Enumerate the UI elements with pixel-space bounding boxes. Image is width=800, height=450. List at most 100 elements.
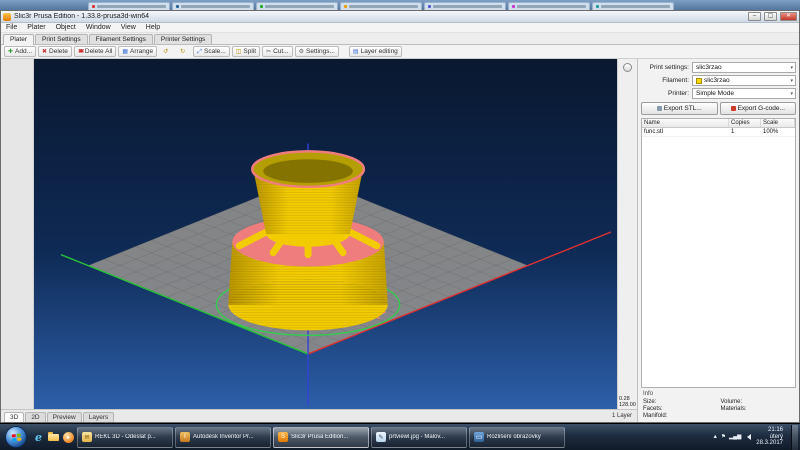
background-tab[interactable] <box>88 2 170 10</box>
taskbar-button-inventor[interactable]: Autodesk Inventor Pr... <box>175 427 271 448</box>
delete-icon <box>42 49 47 55</box>
volume-icon[interactable] <box>744 434 751 440</box>
app-icon <box>3 13 11 21</box>
filament-select[interactable]: slic3rzao▾ <box>692 75 796 86</box>
column-scale[interactable]: Scale <box>761 119 795 127</box>
object-list: Name Copies Scale func.stl 1 100% <box>641 118 796 388</box>
slic3r-icon <box>278 432 288 442</box>
background-tab[interactable] <box>172 2 254 10</box>
split-icon <box>236 49 242 55</box>
add-button[interactable]: Add... <box>4 46 36 57</box>
printer-select[interactable]: Simple Mode▾ <box>692 88 796 99</box>
column-name[interactable]: Name <box>642 119 729 127</box>
add-icon <box>8 49 13 55</box>
print-settings-label: Print settings: <box>641 64 689 71</box>
view-tab-preview[interactable]: Preview <box>47 412 82 422</box>
menu-window[interactable]: Window <box>81 24 116 31</box>
model-interior <box>263 159 353 183</box>
view-tab-2d[interactable]: 2D <box>25 412 45 422</box>
table-row[interactable]: func.stl 1 100% <box>642 128 795 137</box>
background-tab[interactable] <box>424 2 506 10</box>
media-player-icon[interactable]: ▸ <box>62 430 75 444</box>
ie-icon[interactable]: e <box>32 430 45 444</box>
tab-filament-settings[interactable]: Filament Settings <box>89 34 153 44</box>
background-tab[interactable] <box>592 2 674 10</box>
close-button[interactable] <box>780 12 797 21</box>
favicon <box>428 5 431 8</box>
delete-all-icon <box>78 49 83 55</box>
desktop: Slic3r Prusa Edition - 1.33.8-prusa3d-wi… <box>0 0 800 450</box>
view-tabbar: 3D 2D Preview Layers 1 Layer <box>1 409 637 422</box>
show-desktop-button[interactable] <box>791 425 798 450</box>
taskbar: e ▸ REKL 3D - Odeslat p... Autodesk Inve… <box>0 423 800 450</box>
menu-help[interactable]: Help <box>141 24 165 31</box>
start-button[interactable] <box>5 426 27 448</box>
menu-view[interactable]: View <box>116 24 141 31</box>
inventor-icon <box>180 432 190 442</box>
explorer-folder-icon[interactable] <box>47 430 60 444</box>
taskbar-button-slic3r[interactable]: Slic3r Prusa Edition... <box>273 427 369 448</box>
rotate-ccw-button[interactable] <box>159 47 174 57</box>
hidden-icons-arrow[interactable]: ▲ <box>713 434 718 440</box>
3d-scene[interactable] <box>34 59 617 409</box>
taskbar-button-display[interactable]: Rozlišení obrazovky <box>469 427 565 448</box>
taskbar-clock[interactable]: 21:16 úterý 28.3.2017 <box>754 427 785 447</box>
layer-editing-toggle[interactable]: Layer editing <box>349 46 402 57</box>
view-tab-layers[interactable]: Layers <box>83 412 115 422</box>
delete-all-button[interactable]: Delete All <box>74 46 117 57</box>
background-tab[interactable] <box>340 2 422 10</box>
rotate-cw-button[interactable] <box>176 47 191 57</box>
menu-object[interactable]: Object <box>51 24 81 31</box>
cut-icon <box>266 49 271 55</box>
printer-label: Printer: <box>641 90 689 97</box>
minimize-button[interactable] <box>748 12 761 21</box>
network-icon[interactable]: ▂▄▆ <box>729 434 741 440</box>
settings-icon <box>299 49 304 55</box>
print-settings-select[interactable]: slic3rzao▾ <box>692 62 796 73</box>
background-tab[interactable] <box>508 2 590 10</box>
column-copies[interactable]: Copies <box>729 119 761 127</box>
filament-color-swatch <box>696 78 702 84</box>
info-size-label: Size: <box>643 399 717 406</box>
scale-button[interactable]: Scale... <box>193 46 230 57</box>
layer-slider-knob[interactable] <box>623 63 632 72</box>
3d-viewport[interactable] <box>34 59 617 409</box>
layer-editing-icon <box>353 49 359 55</box>
view-tab-3d[interactable]: 3D <box>4 412 24 422</box>
taskbar-button-paint[interactable]: prtviewl.jpg - Malov... <box>371 427 467 448</box>
export-gcode-icon <box>731 106 736 111</box>
display-icon <box>474 432 484 442</box>
rotate-cw-icon <box>180 49 185 55</box>
layer-slider-values: 0.28 128.00 <box>619 396 636 408</box>
tab-printer-settings[interactable]: Printer Settings <box>154 34 212 44</box>
arrange-button[interactable]: Arrange <box>118 46 157 57</box>
export-stl-icon <box>657 106 662 111</box>
info-box: Info Size: Volume: Facets: Materials: Ma… <box>641 390 796 420</box>
tab-plater[interactable]: Plater <box>3 34 34 45</box>
action-center-flag[interactable]: ⚑ <box>721 434 726 440</box>
favicon <box>176 5 179 8</box>
rotate-ccw-icon <box>163 49 168 55</box>
background-tab[interactable] <box>256 2 338 10</box>
settings-button[interactable]: Settings... <box>295 46 339 57</box>
info-materials-label: Materials: <box>721 406 795 413</box>
favicon <box>260 5 263 8</box>
right-panel: Print settings: slic3rzao▾ Filament: sli… <box>637 59 799 422</box>
taskbar-button-rekl[interactable]: REKL 3D - Odeslat p... <box>77 427 173 448</box>
menu-file[interactable]: File <box>1 24 22 31</box>
cut-button[interactable]: Cut... <box>262 46 293 57</box>
export-gcode-button[interactable]: Export G-code... <box>720 102 797 115</box>
slic3r-window: Slic3r Prusa Edition - 1.33.8-prusa3d-wi… <box>0 10 800 423</box>
chevron-down-icon: ▾ <box>790 91 793 97</box>
tab-print-settings[interactable]: Print Settings <box>35 34 88 44</box>
maximize-button[interactable] <box>764 12 777 21</box>
titlebar[interactable]: Slic3r Prusa Edition - 1.33.8-prusa3d-wi… <box>1 11 799 23</box>
favicon <box>92 5 95 8</box>
menu-plater[interactable]: Plater <box>22 24 50 31</box>
delete-button[interactable]: Delete <box>38 46 72 57</box>
background-browser-tabbar[interactable] <box>0 0 800 10</box>
favicon <box>596 5 599 8</box>
split-button[interactable]: Split <box>232 46 260 57</box>
export-stl-button[interactable]: Export STL... <box>641 102 718 115</box>
paint-icon <box>376 432 386 442</box>
